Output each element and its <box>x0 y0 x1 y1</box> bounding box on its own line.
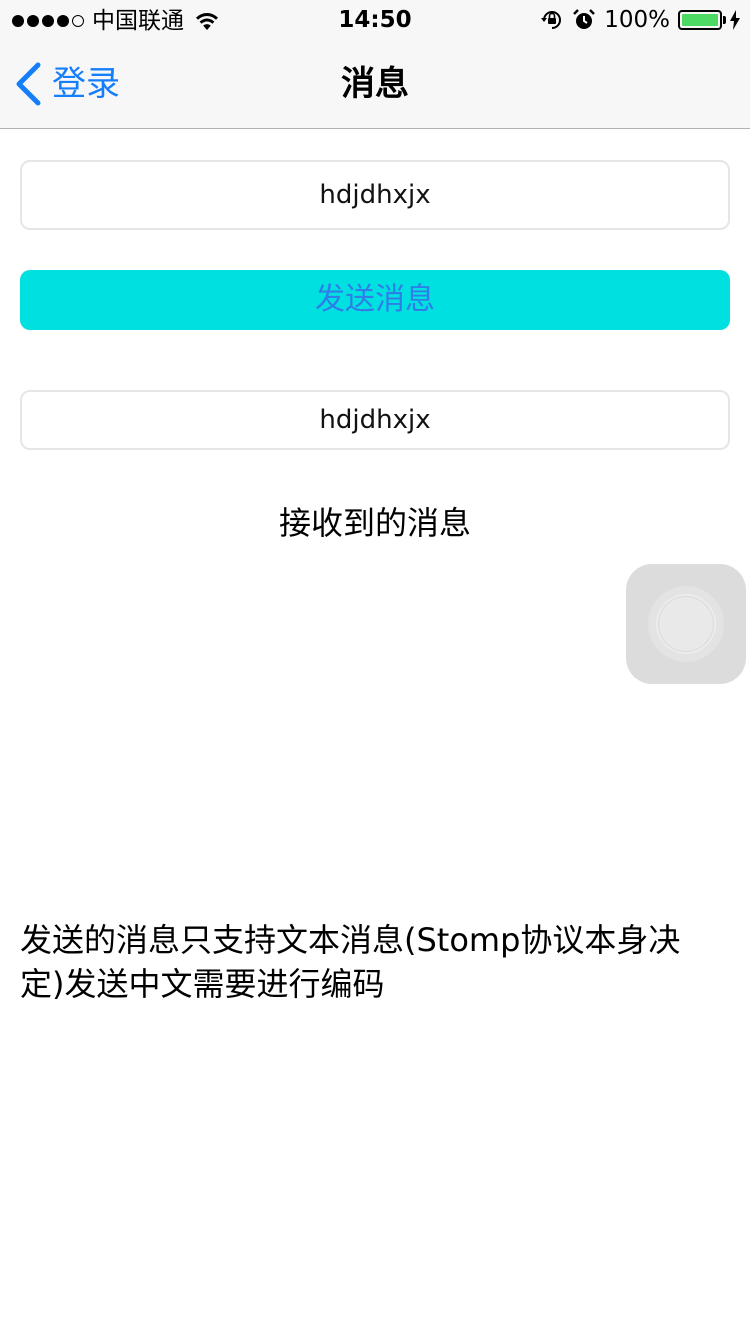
message-input[interactable]: hdjdhxjx <box>20 160 730 230</box>
received-message-field[interactable]: hdjdhxjx <box>20 390 730 450</box>
alarm-icon <box>573 9 596 29</box>
battery-icon <box>678 10 726 30</box>
battery-nub <box>723 16 726 24</box>
charging-icon <box>730 10 740 30</box>
navigation-bar: 登录 消息 <box>0 40 750 129</box>
info-note: 发送的消息只支持文本消息(Stomp协议本身决定)发送中文需要进行编码 <box>20 921 681 1003</box>
status-bar: 中国联通 14:50 100% <box>0 0 750 40</box>
status-right: 100% <box>540 6 740 34</box>
page-title: 消息 <box>341 64 409 104</box>
send-message-button[interactable]: 发送消息 <box>20 270 730 330</box>
received-message-label: 接收到的消息 <box>278 504 471 542</box>
battery-fill <box>682 14 718 26</box>
rotation-lock-icon <box>541 11 562 29</box>
battery-percent: 100% <box>604 7 670 33</box>
assistive-touch-core <box>658 596 714 652</box>
assistive-touch-icon[interactable] <box>626 564 746 684</box>
